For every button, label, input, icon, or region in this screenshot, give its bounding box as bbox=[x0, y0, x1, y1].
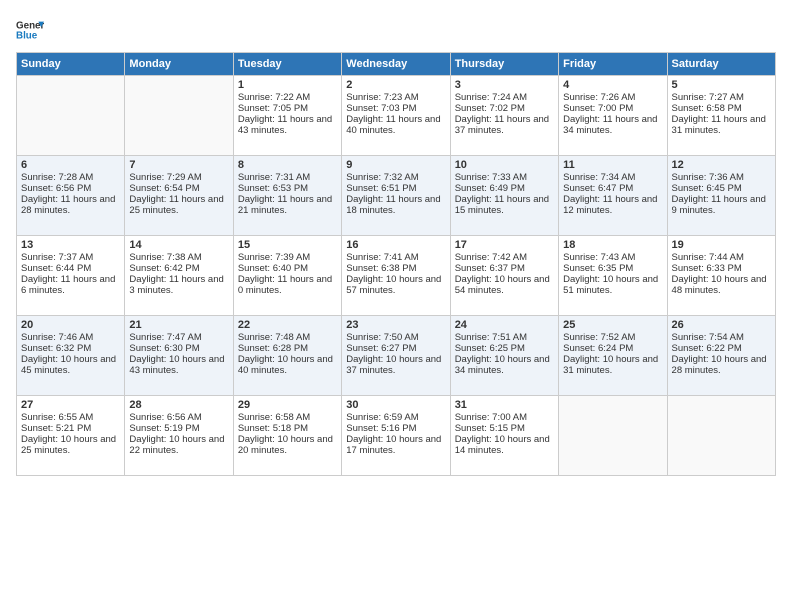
day-number: 31 bbox=[455, 399, 554, 411]
day-number: 28 bbox=[129, 399, 228, 411]
calendar-cell: 4Sunrise: 7:26 AMSunset: 7:00 PMDaylight… bbox=[559, 76, 667, 156]
calendar-cell: 13Sunrise: 7:37 AMSunset: 6:44 PMDayligh… bbox=[17, 236, 125, 316]
calendar-cell: 3Sunrise: 7:24 AMSunset: 7:02 PMDaylight… bbox=[450, 76, 558, 156]
calendar-cell bbox=[125, 76, 233, 156]
calendar-cell: 29Sunrise: 6:58 AMSunset: 5:18 PMDayligh… bbox=[233, 396, 341, 476]
calendar-cell: 31Sunrise: 7:00 AMSunset: 5:15 PMDayligh… bbox=[450, 396, 558, 476]
calendar-cell: 23Sunrise: 7:50 AMSunset: 6:27 PMDayligh… bbox=[342, 316, 450, 396]
day-number: 9 bbox=[346, 159, 445, 171]
day-number: 15 bbox=[238, 239, 337, 251]
calendar-table: SundayMondayTuesdayWednesdayThursdayFrid… bbox=[16, 52, 776, 476]
day-number: 10 bbox=[455, 159, 554, 171]
svg-text:Blue: Blue bbox=[16, 30, 38, 41]
calendar-cell bbox=[667, 396, 775, 476]
calendar-cell bbox=[17, 76, 125, 156]
day-number: 22 bbox=[238, 319, 337, 331]
day-number: 20 bbox=[21, 319, 120, 331]
calendar-cell: 1Sunrise: 7:22 AMSunset: 7:05 PMDaylight… bbox=[233, 76, 341, 156]
logo: General Blue bbox=[16, 16, 44, 44]
day-number: 5 bbox=[672, 79, 771, 91]
day-number: 19 bbox=[672, 239, 771, 251]
weekday-header: Friday bbox=[559, 53, 667, 76]
calendar-week-row: 20Sunrise: 7:46 AMSunset: 6:32 PMDayligh… bbox=[17, 316, 776, 396]
day-number: 13 bbox=[21, 239, 120, 251]
day-number: 2 bbox=[346, 79, 445, 91]
day-number: 7 bbox=[129, 159, 228, 171]
calendar-cell: 17Sunrise: 7:42 AMSunset: 6:37 PMDayligh… bbox=[450, 236, 558, 316]
day-number: 4 bbox=[563, 79, 662, 91]
calendar-cell: 14Sunrise: 7:38 AMSunset: 6:42 PMDayligh… bbox=[125, 236, 233, 316]
calendar-cell: 25Sunrise: 7:52 AMSunset: 6:24 PMDayligh… bbox=[559, 316, 667, 396]
day-number: 26 bbox=[672, 319, 771, 331]
calendar-cell: 6Sunrise: 7:28 AMSunset: 6:56 PMDaylight… bbox=[17, 156, 125, 236]
day-number: 25 bbox=[563, 319, 662, 331]
calendar-cell: 24Sunrise: 7:51 AMSunset: 6:25 PMDayligh… bbox=[450, 316, 558, 396]
day-number: 17 bbox=[455, 239, 554, 251]
calendar-body: 1Sunrise: 7:22 AMSunset: 7:05 PMDaylight… bbox=[17, 76, 776, 476]
calendar-cell: 15Sunrise: 7:39 AMSunset: 6:40 PMDayligh… bbox=[233, 236, 341, 316]
day-number: 14 bbox=[129, 239, 228, 251]
weekday-header: Thursday bbox=[450, 53, 558, 76]
calendar-header-row: SundayMondayTuesdayWednesdayThursdayFrid… bbox=[17, 53, 776, 76]
calendar-cell bbox=[559, 396, 667, 476]
day-number: 11 bbox=[563, 159, 662, 171]
day-number: 30 bbox=[346, 399, 445, 411]
calendar-cell: 7Sunrise: 7:29 AMSunset: 6:54 PMDaylight… bbox=[125, 156, 233, 236]
weekday-header: Wednesday bbox=[342, 53, 450, 76]
weekday-header: Tuesday bbox=[233, 53, 341, 76]
day-number: 3 bbox=[455, 79, 554, 91]
calendar-week-row: 6Sunrise: 7:28 AMSunset: 6:56 PMDaylight… bbox=[17, 156, 776, 236]
day-number: 21 bbox=[129, 319, 228, 331]
calendar-cell: 16Sunrise: 7:41 AMSunset: 6:38 PMDayligh… bbox=[342, 236, 450, 316]
page-header: General Blue bbox=[16, 16, 776, 44]
weekday-header: Sunday bbox=[17, 53, 125, 76]
day-number: 1 bbox=[238, 79, 337, 91]
calendar-cell: 22Sunrise: 7:48 AMSunset: 6:28 PMDayligh… bbox=[233, 316, 341, 396]
weekday-header: Monday bbox=[125, 53, 233, 76]
day-number: 8 bbox=[238, 159, 337, 171]
calendar-cell: 26Sunrise: 7:54 AMSunset: 6:22 PMDayligh… bbox=[667, 316, 775, 396]
calendar-cell: 9Sunrise: 7:32 AMSunset: 6:51 PMDaylight… bbox=[342, 156, 450, 236]
calendar-cell: 12Sunrise: 7:36 AMSunset: 6:45 PMDayligh… bbox=[667, 156, 775, 236]
calendar-cell: 30Sunrise: 6:59 AMSunset: 5:16 PMDayligh… bbox=[342, 396, 450, 476]
calendar-cell: 19Sunrise: 7:44 AMSunset: 6:33 PMDayligh… bbox=[667, 236, 775, 316]
calendar-cell: 8Sunrise: 7:31 AMSunset: 6:53 PMDaylight… bbox=[233, 156, 341, 236]
day-number: 29 bbox=[238, 399, 337, 411]
day-number: 24 bbox=[455, 319, 554, 331]
calendar-week-row: 13Sunrise: 7:37 AMSunset: 6:44 PMDayligh… bbox=[17, 236, 776, 316]
weekday-header: Saturday bbox=[667, 53, 775, 76]
logo-icon: General Blue bbox=[16, 16, 44, 44]
day-number: 12 bbox=[672, 159, 771, 171]
day-number: 6 bbox=[21, 159, 120, 171]
calendar-cell: 2Sunrise: 7:23 AMSunset: 7:03 PMDaylight… bbox=[342, 76, 450, 156]
calendar-cell: 5Sunrise: 7:27 AMSunset: 6:58 PMDaylight… bbox=[667, 76, 775, 156]
calendar-cell: 21Sunrise: 7:47 AMSunset: 6:30 PMDayligh… bbox=[125, 316, 233, 396]
calendar-week-row: 1Sunrise: 7:22 AMSunset: 7:05 PMDaylight… bbox=[17, 76, 776, 156]
calendar-cell: 27Sunrise: 6:55 AMSunset: 5:21 PMDayligh… bbox=[17, 396, 125, 476]
calendar-cell: 10Sunrise: 7:33 AMSunset: 6:49 PMDayligh… bbox=[450, 156, 558, 236]
day-number: 16 bbox=[346, 239, 445, 251]
calendar-cell: 18Sunrise: 7:43 AMSunset: 6:35 PMDayligh… bbox=[559, 236, 667, 316]
calendar-cell: 11Sunrise: 7:34 AMSunset: 6:47 PMDayligh… bbox=[559, 156, 667, 236]
day-number: 27 bbox=[21, 399, 120, 411]
day-number: 23 bbox=[346, 319, 445, 331]
calendar-cell: 20Sunrise: 7:46 AMSunset: 6:32 PMDayligh… bbox=[17, 316, 125, 396]
calendar-cell: 28Sunrise: 6:56 AMSunset: 5:19 PMDayligh… bbox=[125, 396, 233, 476]
calendar-week-row: 27Sunrise: 6:55 AMSunset: 5:21 PMDayligh… bbox=[17, 396, 776, 476]
day-number: 18 bbox=[563, 239, 662, 251]
